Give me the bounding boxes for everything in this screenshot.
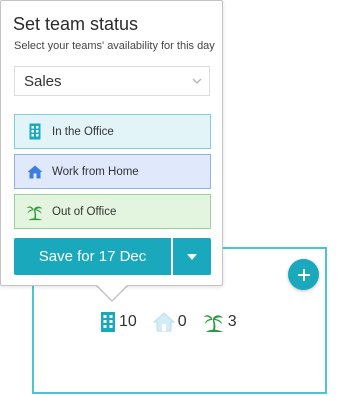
house-icon xyxy=(24,162,46,182)
department-select-value: Sales xyxy=(24,73,62,90)
out-count-value: 3 xyxy=(227,313,237,330)
office-count: 10 xyxy=(100,311,137,333)
home-count: 0 xyxy=(152,312,187,332)
team-status-popover: Set team status Select your teams' avail… xyxy=(0,0,223,286)
office-count-value: 10 xyxy=(119,313,137,330)
out-count: 3 xyxy=(203,311,237,333)
status-counts: 10 0 3 xyxy=(100,309,237,335)
plus-icon xyxy=(297,268,310,281)
add-status-button[interactable] xyxy=(288,259,319,290)
save-button[interactable]: Save for 17 Dec xyxy=(14,238,171,275)
caret-down-icon xyxy=(187,253,197,260)
status-option-label: Out of Office xyxy=(52,205,117,218)
chevron-down-icon xyxy=(192,78,202,84)
palm-tree-icon xyxy=(24,202,46,222)
popover-title: Set team status xyxy=(13,14,139,34)
status-option-work-from-home[interactable]: Work from Home xyxy=(14,154,211,189)
status-option-out-of-office[interactable]: Out of Office xyxy=(14,194,211,229)
department-select[interactable]: Sales xyxy=(14,66,210,96)
status-option-label: In the Office xyxy=(52,125,114,138)
status-option-label: Work from Home xyxy=(52,165,139,178)
popover-caret-fill xyxy=(97,285,127,300)
popover-subtitle: Select your teams' availability for this… xyxy=(14,40,215,52)
building-icon xyxy=(24,122,46,142)
status-option-in-the-office[interactable]: In the Office xyxy=(14,114,211,149)
palm-tree-icon xyxy=(203,315,223,332)
house-icon xyxy=(152,312,175,332)
save-options-dropdown[interactable] xyxy=(173,238,211,275)
home-count-value: 0 xyxy=(177,313,187,330)
building-icon xyxy=(101,312,115,332)
